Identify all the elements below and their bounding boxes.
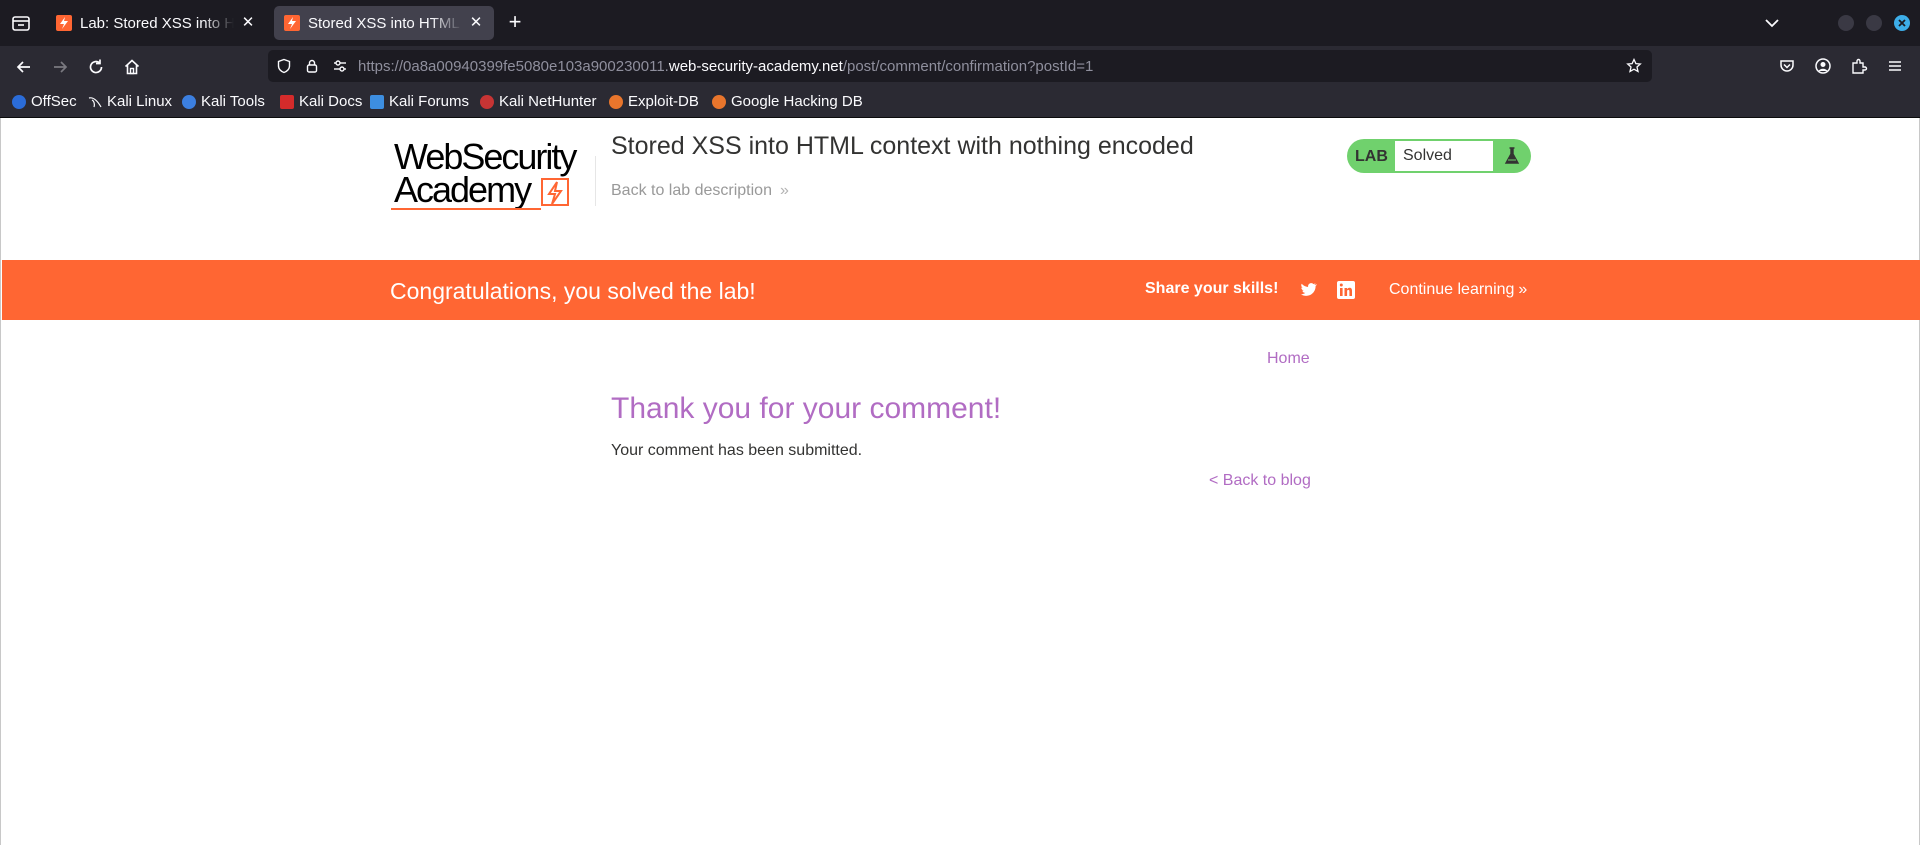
- logo-bolt-icon: [541, 178, 569, 206]
- lab-status-badge: LAB Solved: [1347, 139, 1531, 173]
- header-divider: [595, 156, 596, 206]
- tab-bar: Lab: Stored XSS into HTML context with n…: [0, 0, 1920, 46]
- minimize-window-button[interactable]: [1838, 15, 1854, 31]
- double-chevron-right-icon: »: [779, 182, 789, 199]
- bookmark-label: Kali NetHunter: [499, 93, 597, 110]
- tab-title: Lab: Stored XSS into HTML context with n…: [80, 14, 234, 32]
- new-tab-icon[interactable]: +: [504, 11, 526, 34]
- bookmark-kali-docs[interactable]: Kali Docs: [280, 93, 362, 110]
- maximize-window-button[interactable]: [1866, 15, 1882, 31]
- url-bar[interactable]: https://0a8a00940399fe5080e103a900230011…: [268, 50, 1652, 82]
- portswigger-favicon-icon: [284, 15, 300, 31]
- portswigger-favicon-icon: [56, 15, 72, 31]
- back-to-lab-description-link[interactable]: Back to lab description »: [611, 182, 789, 200]
- share-skills-label: Share your skills!: [1145, 280, 1279, 297]
- lock-icon[interactable]: [304, 58, 320, 74]
- close-window-button[interactable]: [1894, 15, 1910, 31]
- back-to-lab-description-label: Back to lab description: [611, 182, 772, 199]
- kali-tools-icon: [182, 94, 196, 109]
- url-path: /post/comment/confirmation?postId=1: [842, 58, 1094, 75]
- thank-you-heading: Thank you for your comment!: [611, 392, 1002, 425]
- close-tab-icon[interactable]: ✕: [468, 15, 484, 31]
- logo-underline: [391, 208, 541, 210]
- browser-tab-active[interactable]: Stored XSS into HTML context with nothin…: [274, 6, 494, 40]
- google-hacking-db-icon: [712, 94, 726, 109]
- bookmark-kali-forums[interactable]: Kali Forums: [370, 93, 469, 110]
- forward-arrow-icon[interactable]: [48, 55, 72, 79]
- comment-submitted-message: Your comment has been submitted.: [611, 442, 863, 459]
- bookmark-kali-linux[interactable]: Kali Linux: [88, 93, 172, 110]
- continue-learning-label: Continue learning: [1389, 281, 1515, 298]
- kali-forums-icon: [370, 94, 384, 109]
- bookmarks-toolbar: OffSec Kali Linux Kali Tools Kali Docs K…: [0, 86, 1920, 118]
- reload-icon[interactable]: [84, 55, 108, 79]
- twitter-icon[interactable]: [1298, 280, 1318, 300]
- bookmark-label: Kali Tools: [201, 93, 265, 110]
- url-domain: web-security-academy.net: [668, 58, 843, 75]
- bookmark-label: Kali Forums: [389, 93, 470, 110]
- tracking-protection-shield-icon[interactable]: [276, 58, 292, 74]
- congratulations-message: Congratulations, you solved the lab!: [390, 278, 756, 304]
- url-text[interactable]: https://0a8a00940399fe5080e103a900230011…: [358, 58, 1093, 75]
- flask-icon: [1504, 147, 1520, 164]
- back-to-blog-link[interactable]: < Back to blog: [1209, 472, 1311, 490]
- menu-hamburger-icon[interactable]: [1886, 57, 1904, 75]
- bookmark-label: OffSec: [31, 93, 77, 110]
- bookmark-label: Google Hacking DB: [731, 93, 863, 110]
- close-tab-icon[interactable]: ✕: [240, 15, 256, 31]
- kali-linux-icon: [88, 95, 102, 109]
- lab-title: Stored XSS into HTML context with nothin…: [611, 132, 1194, 160]
- bookmark-label: Exploit-DB: [628, 93, 699, 110]
- list-all-tabs-icon[interactable]: [1762, 13, 1782, 33]
- bookmark-exploit-db[interactable]: Exploit-DB: [609, 93, 699, 110]
- back-arrow-icon[interactable]: [12, 55, 36, 79]
- bookmark-kali-nethunter[interactable]: Kali NetHunter: [480, 93, 597, 110]
- bookmark-offsec[interactable]: OffSec: [12, 93, 77, 110]
- bookmark-kali-tools[interactable]: Kali Tools: [182, 93, 265, 110]
- logo-line2: Academy: [394, 169, 532, 210]
- kali-nethunter-icon: [480, 94, 494, 109]
- tab-title: Stored XSS into HTML context with nothin…: [308, 14, 462, 32]
- pocket-icon[interactable]: [1778, 57, 1796, 75]
- account-icon[interactable]: [1814, 57, 1832, 75]
- bookmark-label: Kali Linux: [107, 93, 173, 110]
- bookmark-star-icon[interactable]: [1626, 57, 1642, 74]
- lab-status-label: LAB: [1355, 148, 1388, 165]
- tab-manager-icon[interactable]: [10, 12, 32, 34]
- double-chevron-right-icon: »: [1518, 281, 1528, 298]
- home-icon[interactable]: [120, 55, 144, 79]
- web-page: WebSecurity Academy Stored XSS into HTML…: [0, 118, 1920, 845]
- url-prefix: https://0a8a00940399fe5080e103a900230011…: [358, 58, 669, 75]
- bookmark-google-hacking-db[interactable]: Google Hacking DB: [712, 93, 863, 110]
- web-security-academy-logo[interactable]: WebSecurity Academy: [391, 138, 591, 210]
- offsec-icon: [12, 94, 26, 109]
- navigation-toolbar: https://0a8a00940399fe5080e103a900230011…: [0, 46, 1920, 86]
- continue-learning-link[interactable]: Continue learning »: [1389, 281, 1527, 299]
- extensions-icon[interactable]: [1850, 57, 1868, 75]
- linkedin-icon[interactable]: [1336, 280, 1356, 300]
- home-link[interactable]: Home: [1267, 350, 1310, 368]
- kali-docs-icon: [280, 94, 294, 109]
- exploit-db-icon: [609, 94, 623, 109]
- solved-banner: Congratulations, you solved the lab! Sha…: [2, 260, 1920, 320]
- lab-status-value: Solved: [1395, 141, 1493, 171]
- bookmark-label: Kali Docs: [299, 93, 363, 110]
- site-permissions-icon[interactable]: [332, 58, 348, 74]
- browser-tab-lab[interactable]: Lab: Stored XSS into HTML context with n…: [46, 6, 266, 40]
